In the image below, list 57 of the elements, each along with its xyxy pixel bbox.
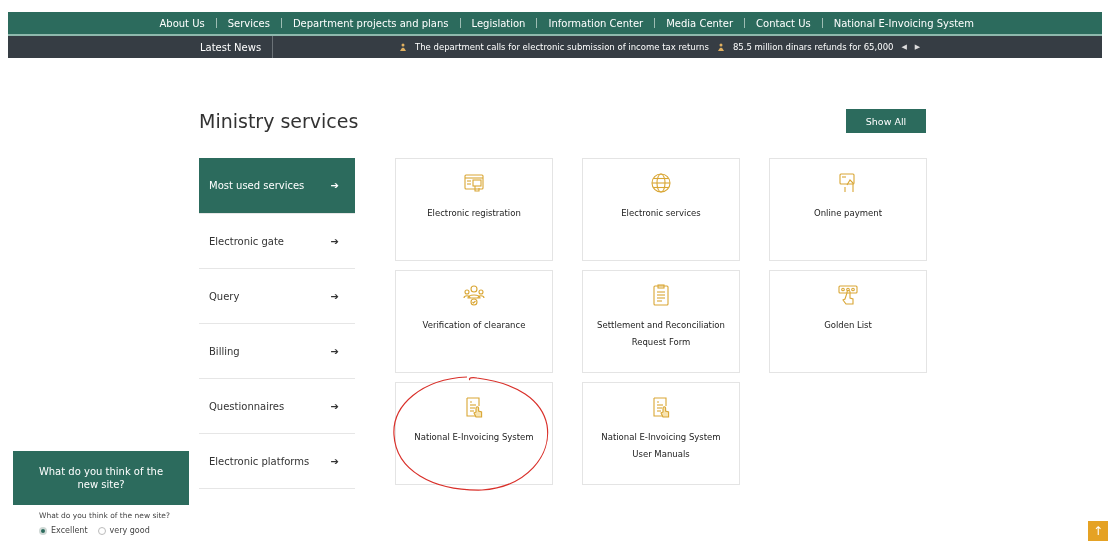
nav-link[interactable]: Media Center [666,17,734,29]
show-all-button[interactable]: Show All [846,109,926,133]
service-card[interactable]: National E-Invoicing System User Manuals [582,382,740,485]
service-card[interactable]: Online payment [769,158,927,261]
item-label: Billing [209,345,240,357]
card-label: Electronic services [620,207,702,220]
card-label: Golden List [823,319,873,332]
service-card[interactable]: Electronic services [582,158,740,261]
browser-window-icon [462,171,486,195]
sidebar-item[interactable]: Billing ➔ [199,324,355,379]
nav-link[interactable]: Legislation [471,17,526,29]
radio-button[interactable] [97,526,106,535]
emblem-icon [399,42,407,52]
arrow-icon: ➔ [330,400,339,412]
radio-label[interactable]: very good [109,526,150,535]
section-title: Ministry services [199,110,359,132]
item-label: Query [209,290,240,302]
nav-link[interactable]: Information Center [548,17,644,29]
arrow-icon: ➔ [330,455,339,467]
nav-link[interactable]: Department projects and plans [292,17,449,29]
card-label: National E-Invoicing System [413,431,535,444]
news-headline[interactable]: 85.5 million dinars refunds for 65,000 [732,42,894,52]
emblem-icon [716,42,725,52]
radio-button[interactable] [39,526,47,535]
nav-link[interactable]: Contact Us [756,17,811,29]
item-label: Electronic platforms [209,455,310,467]
item-label: Electronic gate [209,235,285,247]
arrow-icon: ➔ [330,235,339,247]
sidebar-item[interactable]: Electronic gate ➔ [199,214,355,269]
item-label: Questionnaires [209,400,285,412]
sidebar-item[interactable]: Query ➔ [199,269,355,324]
arrow-icon: ➔ [330,180,339,191]
feedback-banner[interactable]: What do you think of the new site? [13,451,189,505]
card-label: Electronic registration [426,207,522,220]
globe-icon [649,171,673,195]
arrow-icon: ➔ [330,290,339,302]
service-card[interactable]: National E-Invoicing System [395,382,553,485]
nav-link[interactable]: Services [227,17,270,29]
nav-link[interactable]: About Us [159,17,205,29]
arrow-icon: ➔ [330,345,339,357]
card-label: National E-Invoicing System User Manuals [600,431,722,461]
radio-label[interactable]: Excellent [51,526,88,535]
service-card[interactable]: Golden List [769,270,927,373]
card-label: Verification of clearance [421,319,527,332]
sidebar-item[interactable]: Electronic platforms ➔ [199,434,355,489]
item-label: Most used services [209,180,305,191]
sidebar-item[interactable]: Most used services ➔ [199,158,355,214]
service-card[interactable]: Verification of clearance [395,270,553,373]
news-headline[interactable]: The department calls for electronic submission of income tax returns [415,42,709,52]
latest-news-label: Latest News [200,36,273,58]
card-label: Settlement and Reconciliation Request Form [596,319,726,349]
card-label: Online payment [813,207,883,220]
sidebar-item[interactable]: Questionnaires ➔ [199,379,355,434]
service-card[interactable]: Electronic registration [395,158,553,261]
people-check-icon [462,283,486,307]
service-card[interactable]: Settlement and Reconciliation Request Form [582,270,740,373]
nav-link[interactable]: National E-Invoicing System [833,17,974,29]
